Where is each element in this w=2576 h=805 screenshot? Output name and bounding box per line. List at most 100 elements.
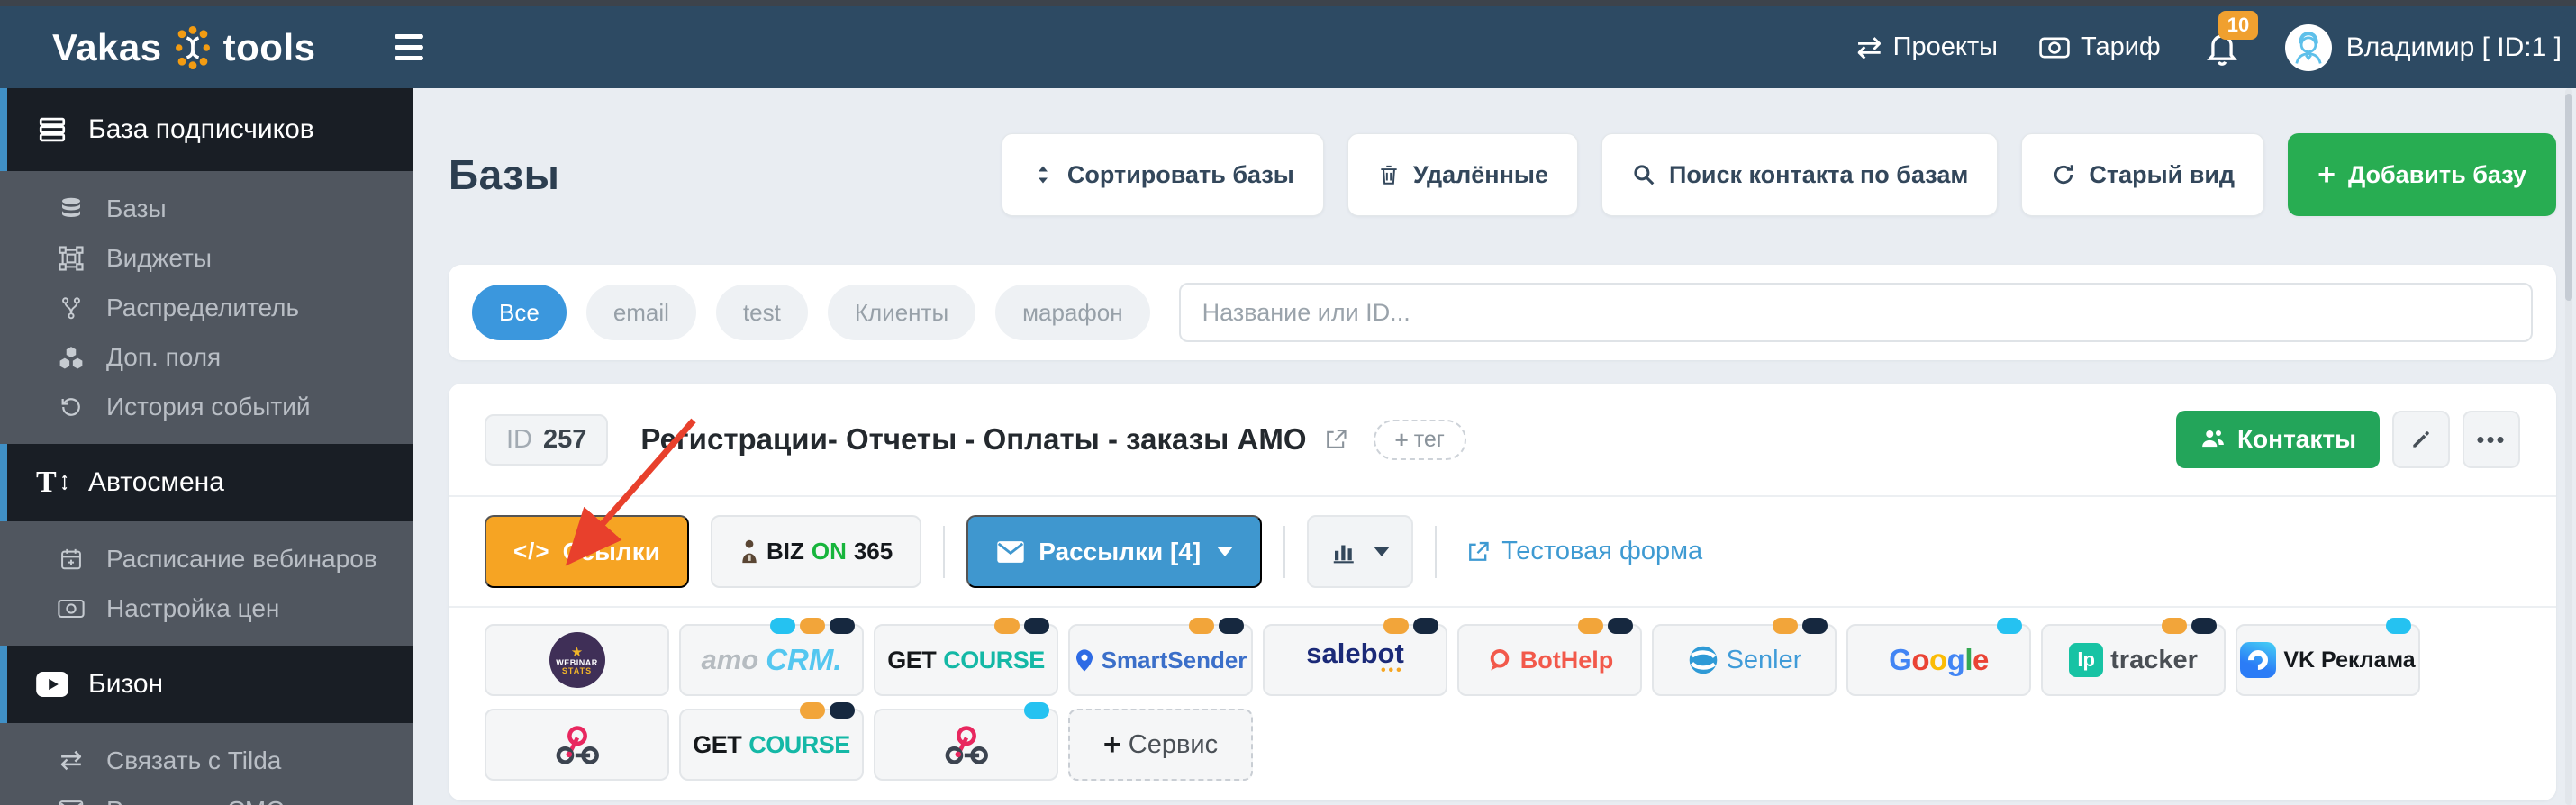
sidebar-group-subscribers[interactable]: База подписчиков: [0, 88, 413, 171]
code-icon: </>: [513, 538, 550, 565]
plus-icon: +: [1394, 426, 1409, 453]
sidebar-item-distributor[interactable]: Распределитель: [0, 283, 413, 332]
status-dots: [2386, 618, 2411, 634]
filter-chip-marathon[interactable]: марафон: [995, 285, 1150, 340]
links-label: Ссылки: [562, 537, 660, 565]
integration-getcourse[interactable]: GET COURSE: [874, 618, 1058, 696]
add-base-button[interactable]: + Добавить базу: [2288, 133, 2556, 216]
nav-projects[interactable]: ⇄ Проекты: [1856, 32, 1998, 63]
integration-getcourse[interactable]: GET COURSE: [679, 702, 864, 781]
contacts-button[interactable]: Контакты: [2175, 411, 2380, 468]
notifications-bell[interactable]: 10: [2202, 10, 2259, 70]
branch-icon: [56, 295, 86, 321]
envelope-icon: [995, 539, 1026, 565]
text-resize-icon: T: [36, 466, 68, 500]
sort-icon: [1031, 162, 1055, 187]
brand-icon: [175, 25, 210, 69]
senler-icon: [1687, 644, 1719, 676]
brand-text-second: tools: [222, 25, 316, 68]
getcourse-logo: GET: [693, 730, 742, 758]
nav-tariff-label: Тариф: [2081, 32, 2161, 61]
people-icon: [2200, 428, 2227, 451]
avatar: [2284, 23, 2332, 71]
base-search-input[interactable]: [1178, 283, 2533, 342]
sidebar-item-tilda[interactable]: ⇄ Связать с Tilda: [0, 736, 413, 785]
banknote-icon: [56, 598, 86, 620]
integration-smartsender[interactable]: SmartSender: [1068, 618, 1253, 696]
sidebar-item-extra-fields[interactable]: Доп. поля: [0, 332, 413, 382]
base-card-header-actions: Контакты •••: [2175, 411, 2520, 468]
sidebar-item-widgets[interactable]: Виджеты: [0, 233, 413, 283]
cubes-icon: [56, 344, 86, 371]
status-dots: [2162, 618, 2217, 634]
sidebar-item-label: Настройка цен: [106, 593, 280, 622]
filter-chip-email[interactable]: email: [585, 285, 696, 340]
integration-salebot[interactable]: salebot •••: [1263, 618, 1447, 696]
sidebar-group-label: Автосмена: [88, 467, 224, 497]
integration-vk-reklama[interactable]: VK Реклама: [2236, 618, 2420, 696]
filter-chip-clients[interactable]: Клиенты: [827, 285, 976, 340]
integration-amocrm[interactable]: amo CRM.: [679, 618, 864, 696]
integration-bothelp[interactable]: BotHelp: [1457, 618, 1642, 696]
bizon365-button[interactable]: BIZ ON 365: [710, 515, 922, 588]
sidebar-item-label: Расписание вебинаров: [106, 544, 377, 573]
more-actions-button[interactable]: •••: [2463, 411, 2520, 468]
links-button[interactable]: </> Ссылки: [485, 515, 689, 588]
pencil-icon: [2409, 428, 2433, 451]
edit-base-button[interactable]: [2392, 411, 2450, 468]
integration-webinar-stats[interactable]: ★ WEBINAR STATS: [485, 624, 669, 696]
test-form-link[interactable]: Тестовая форма: [1465, 537, 1702, 566]
play-icon: [36, 672, 68, 697]
user-menu[interactable]: Владимир [ ID:1 ]: [2284, 23, 2562, 71]
bizon-label-part1: BIZ: [766, 538, 804, 565]
banknote-icon: [2039, 36, 2070, 59]
sidebar-item-webinar-schedule[interactable]: Расписание вебинаров: [0, 534, 413, 583]
bar-chart-icon: [1330, 538, 1357, 565]
integration-webhook[interactable]: [874, 702, 1058, 781]
database-icon: [56, 195, 86, 222]
brand-logo[interactable]: Vakas tools: [52, 25, 316, 69]
external-link-icon[interactable]: [1323, 427, 1348, 452]
base-card-header: ID 257 Регистрации- Отчеты - Оплаты - за…: [449, 384, 2556, 495]
swap-icon: ⇄: [59, 745, 83, 775]
menu-toggle-icon[interactable]: [395, 34, 424, 60]
stats-dropdown-button[interactable]: [1307, 515, 1414, 588]
add-tag-button[interactable]: + тег: [1373, 419, 1466, 460]
salebot-logo: salebot •••: [1306, 638, 1404, 678]
search-contact-button[interactable]: Поиск контакта по базам: [1601, 133, 1999, 216]
sidebar-group-autoswap[interactable]: T Автосмена: [0, 444, 413, 521]
page-title: Базы: [449, 151, 560, 198]
calendar-plus-icon: [56, 547, 86, 572]
base-card: ID 257 Регистрации- Отчеты - Оплаты - за…: [449, 384, 2556, 800]
divider: [1283, 525, 1286, 578]
sidebar-bizon-items: ⇄ Связать с Tilda Рассылка СМС и звонков: [0, 723, 413, 805]
integration-senler[interactable]: Senler: [1652, 618, 1837, 696]
integration-webhook[interactable]: [485, 709, 669, 781]
mailings-dropdown-button[interactable]: Рассылки [4]: [966, 515, 1263, 588]
integration-google[interactable]: Google: [1846, 618, 2031, 696]
filter-chip-all[interactable]: Все: [472, 285, 567, 340]
sidebar-item-bazy[interactable]: Базы: [0, 184, 413, 233]
sidebar-item-sms[interactable]: Рассылка СМС и звонков: [0, 785, 413, 805]
sidebar-item-label: Виджеты: [106, 243, 212, 272]
envelope-icon: [56, 800, 86, 805]
sidebar-item-history[interactable]: История событий: [0, 382, 413, 431]
nav-tariff[interactable]: Тариф: [2039, 32, 2161, 62]
integrations-grid: ★ WEBINAR STATS amo CRM. GET COURSE Smar…: [449, 608, 2556, 800]
sidebar-item-price-settings[interactable]: Настройка цен: [0, 583, 413, 633]
deleted-button[interactable]: Удалённые: [1347, 133, 1578, 216]
sidebar-group-bizon[interactable]: Бизон: [0, 646, 413, 723]
add-service-button[interactable]: + Сервис: [1068, 709, 1253, 781]
sidebar-group-label: Бизон: [88, 669, 164, 699]
sidebar-item-label: Рассылка СМС и звонков: [106, 796, 404, 805]
external-link-icon: [1465, 539, 1491, 565]
integrations-row-2: GET COURSE + Сервис: [485, 702, 2520, 781]
search-icon: [1631, 162, 1656, 187]
sort-bases-button[interactable]: Сортировать базы: [1001, 133, 1324, 216]
sidebar-item-label: История событий: [106, 392, 311, 421]
integration-lptracker[interactable]: lp tracker: [2041, 618, 2226, 696]
old-view-button[interactable]: Старый вид: [2021, 133, 2265, 216]
lptracker-logo: tracker: [2110, 645, 2198, 674]
scrollbar-thumb[interactable]: [2565, 94, 2572, 301]
filter-chip-test[interactable]: test: [715, 285, 808, 340]
